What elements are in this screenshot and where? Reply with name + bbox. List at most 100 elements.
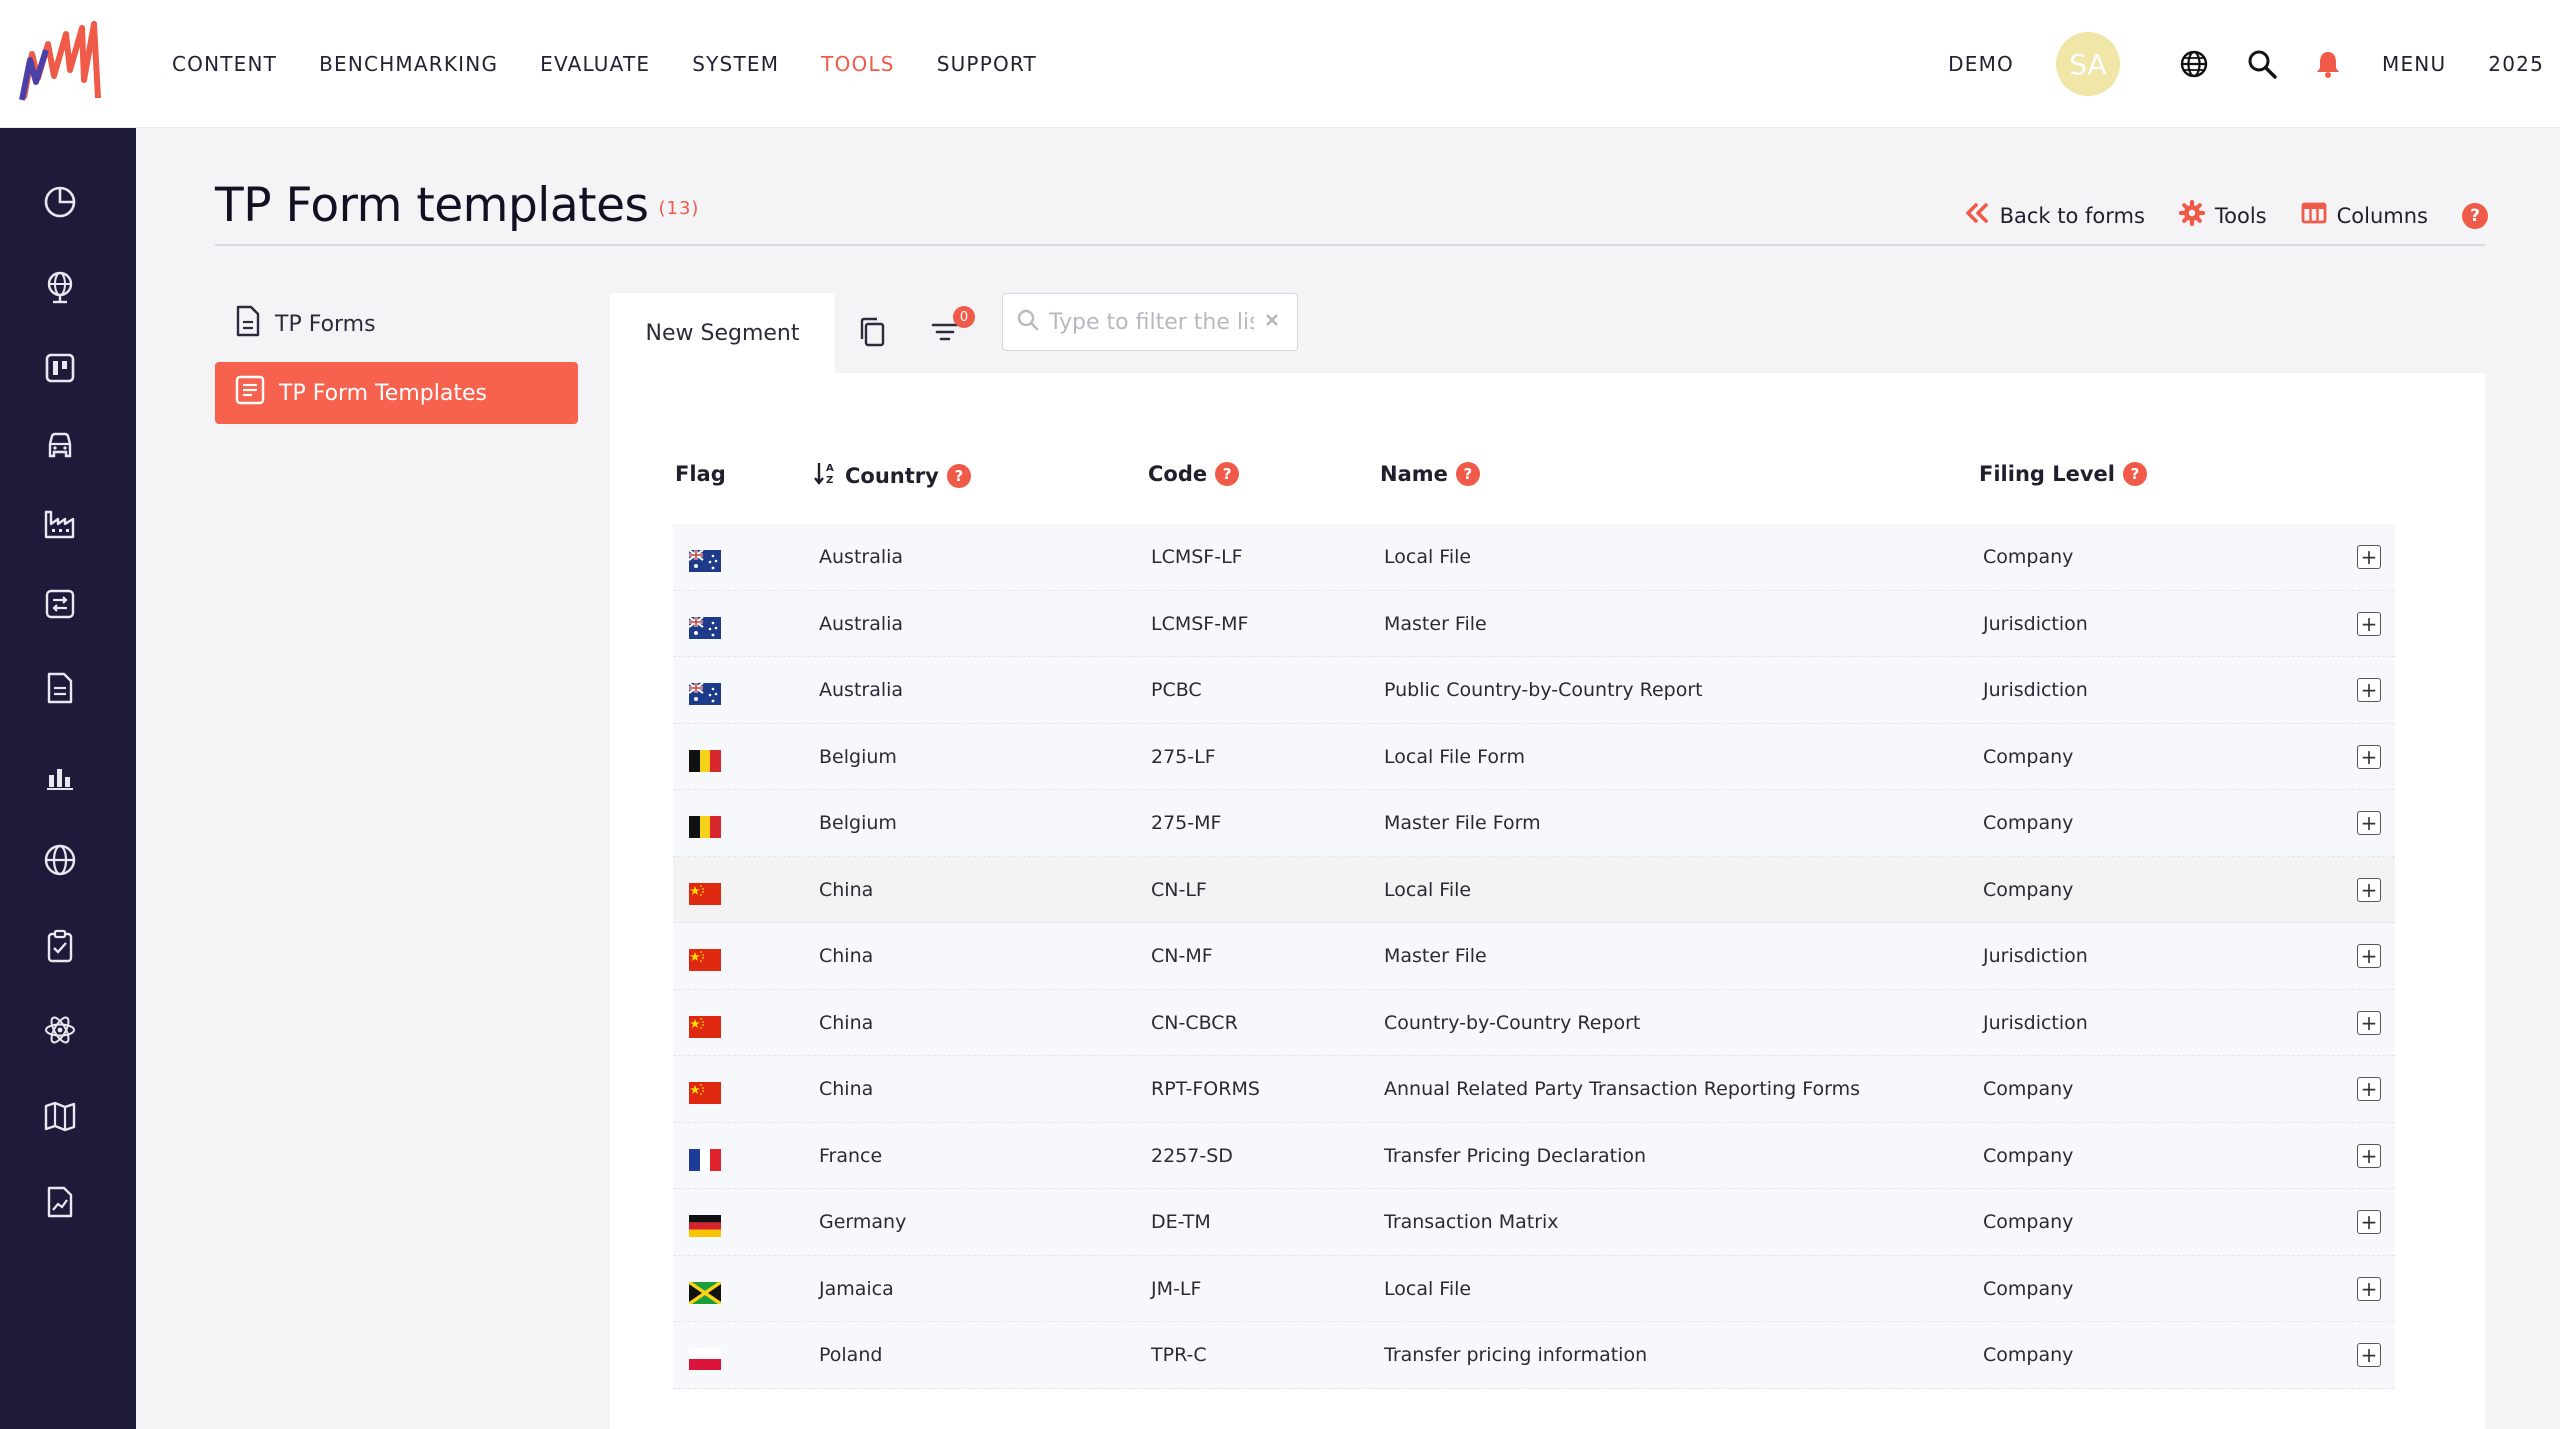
cell-filing-level: Company	[1983, 1211, 2074, 1233]
name-help-icon[interactable]: ?	[1455, 462, 1480, 486]
map-icon[interactable]	[40, 1096, 80, 1136]
year-selector[interactable]: 2025	[2488, 52, 2544, 76]
copy-icon[interactable]	[850, 310, 894, 354]
language-globe-icon[interactable]	[2178, 48, 2210, 80]
expand-row-plus-icon[interactable]: +	[2357, 545, 2381, 569]
menu-link[interactable]: MENU	[2382, 52, 2446, 76]
clipboard-check-icon[interactable]	[40, 926, 80, 966]
clear-search-icon[interactable]	[1264, 312, 1280, 333]
atom-icon[interactable]	[40, 1010, 80, 1050]
globe-tree-icon[interactable]	[40, 268, 80, 308]
filter-search-input[interactable]	[1049, 309, 1254, 335]
filing-level-help-icon[interactable]: ?	[2123, 462, 2147, 486]
globe-icon[interactable]	[40, 840, 80, 880]
column-header-country[interactable]: AZ Country ?	[813, 460, 971, 491]
notification-bell-icon[interactable]	[2312, 48, 2344, 80]
cell-code: TPR-C	[1151, 1344, 1207, 1366]
table-row[interactable]: Germany DE-TM Transaction Matrix Company +	[673, 1189, 2395, 1256]
expand-row-plus-icon[interactable]: +	[2357, 678, 2381, 702]
table-row[interactable]: Belgium 275-MF Master File Form Company +	[673, 790, 2395, 857]
expand-row-plus-icon[interactable]: +	[2357, 1276, 2381, 1301]
country-flag-icon	[689, 949, 721, 971]
table-row[interactable]: Poland TPR-C Transfer pricing information C…	[673, 1322, 2395, 1389]
nav-tools[interactable]: TOOLS	[821, 52, 895, 76]
cell-name: Transfer pricing information	[1384, 1344, 1648, 1366]
table-row[interactable]: China CN-LF Local File Company +	[673, 856, 2395, 923]
back-to-forms-button[interactable]: Back to forms	[1964, 202, 2145, 229]
board-icon[interactable]	[40, 348, 80, 388]
sort-az-icon: AZ	[813, 460, 837, 491]
cell-country: China	[819, 1078, 874, 1100]
search-box	[1002, 293, 1298, 351]
expand-row-plus-icon[interactable]: +	[2357, 877, 2381, 902]
table-row[interactable]: France 2257-SD Transfer Pricing Declaratio…	[673, 1122, 2395, 1189]
expand-row-plus-icon[interactable]: +	[2357, 1343, 2381, 1367]
filter-button[interactable]: 0	[923, 306, 975, 354]
cell-name: Transfer Pricing Declaration	[1384, 1144, 1647, 1167]
column-header-flag[interactable]: Flag	[675, 462, 726, 486]
table-row[interactable]: China CN-CBCR Country-by-Country Report Jur…	[673, 989, 2395, 1056]
search-field-icon	[1017, 309, 1039, 336]
app-logo[interactable]	[18, 20, 104, 106]
document-icon[interactable]	[40, 668, 80, 708]
filter-count-badge: 0	[953, 306, 975, 328]
top-right-nav: DEMO SA MENU 2025	[1948, 0, 2560, 128]
nav-support[interactable]: SUPPORT	[937, 52, 1037, 76]
leftnav-tp-form-templates[interactable]: TP Form Templates	[215, 362, 578, 424]
bar-chart-icon[interactable]	[40, 756, 80, 796]
country-help-icon[interactable]: ?	[946, 463, 971, 488]
report-icon[interactable]	[40, 1182, 80, 1222]
expand-row-plus-icon[interactable]: +	[2357, 1210, 2381, 1234]
column-header-name[interactable]: Name ?	[1380, 462, 1480, 486]
cell-filing-level: Company	[1983, 812, 2074, 834]
help-button[interactable]: ?	[2462, 202, 2488, 229]
table-row[interactable]: China CN-MF Master File Jurisdiction +	[673, 923, 2395, 990]
country-flag-icon	[689, 1348, 721, 1370]
nav-evaluate[interactable]: EVALUATE	[540, 52, 650, 76]
table-row[interactable]: Jamaica JM-LF Local File Company +	[673, 1255, 2395, 1322]
avatar[interactable]: SA	[2056, 32, 2120, 96]
cell-filing-level: Jurisdiction	[1983, 945, 2088, 967]
cell-name: Country-by-Country Report	[1384, 1011, 1641, 1034]
new-segment-tab[interactable]: New Segment	[610, 293, 835, 373]
leftnav-tp-forms[interactable]: TP Forms	[215, 293, 578, 355]
nav-benchmarking[interactable]: BENCHMARKING	[319, 52, 498, 76]
tools-button[interactable]: Tools	[2178, 199, 2267, 231]
nav-content[interactable]: CONTENT	[172, 52, 277, 76]
cell-country: Australia	[819, 679, 904, 701]
code-help-icon[interactable]: ?	[1215, 462, 1240, 486]
car-icon[interactable]	[40, 426, 80, 466]
transfer-icon[interactable]	[40, 584, 80, 624]
table-row[interactable]: Australia LCMSF-LF Local File Company +	[673, 524, 2395, 591]
expand-row-plus-icon[interactable]: +	[2357, 611, 2381, 636]
cell-code: RPT-FORMS	[1151, 1078, 1260, 1100]
expand-row-plus-icon[interactable]: +	[2357, 811, 2381, 835]
cell-filing-level: Jurisdiction	[1983, 1011, 2088, 1034]
column-header-filing-level[interactable]: Filing Level ?	[1979, 462, 2147, 486]
cell-name: Public Country-by-Country Report	[1384, 679, 1703, 701]
expand-row-plus-icon[interactable]: +	[2357, 1143, 2381, 1168]
table-row[interactable]: Australia LCMSF-MF Master File Jurisdiction…	[673, 590, 2395, 657]
column-header-code[interactable]: Code ?	[1148, 462, 1240, 486]
factory-icon[interactable]	[40, 504, 80, 544]
country-flag-icon	[689, 550, 721, 572]
expand-row-plus-icon[interactable]: +	[2357, 1077, 2381, 1101]
cell-country: Jamaica	[819, 1277, 894, 1300]
columns-button[interactable]: Columns	[2301, 202, 2428, 229]
expand-row-plus-icon[interactable]: +	[2357, 944, 2381, 968]
columns-label: Columns	[2336, 203, 2428, 228]
table-row[interactable]: China RPT-FORMS Annual Related Party Trans…	[673, 1056, 2395, 1123]
search-icon[interactable]	[2246, 48, 2278, 80]
table-row[interactable]: Australia PCBC Public Country-by-Country R…	[673, 657, 2395, 724]
pie-chart-icon[interactable]	[40, 182, 80, 222]
svg-text:Z: Z	[826, 475, 833, 486]
expand-row-plus-icon[interactable]: +	[2357, 1010, 2381, 1035]
expand-row-plus-icon[interactable]: +	[2357, 744, 2381, 769]
country-flag-icon	[689, 1281, 721, 1304]
table-row[interactable]: Belgium 275-LF Local File Form Company +	[673, 723, 2395, 790]
nav-system[interactable]: SYSTEM	[692, 52, 779, 76]
cell-filing-level: Jurisdiction	[1983, 612, 2088, 635]
country-flag-icon	[689, 683, 721, 705]
demo-link[interactable]: DEMO	[1948, 52, 2014, 76]
header-actions: Back to forms Tools Columns ?	[1964, 199, 2488, 231]
